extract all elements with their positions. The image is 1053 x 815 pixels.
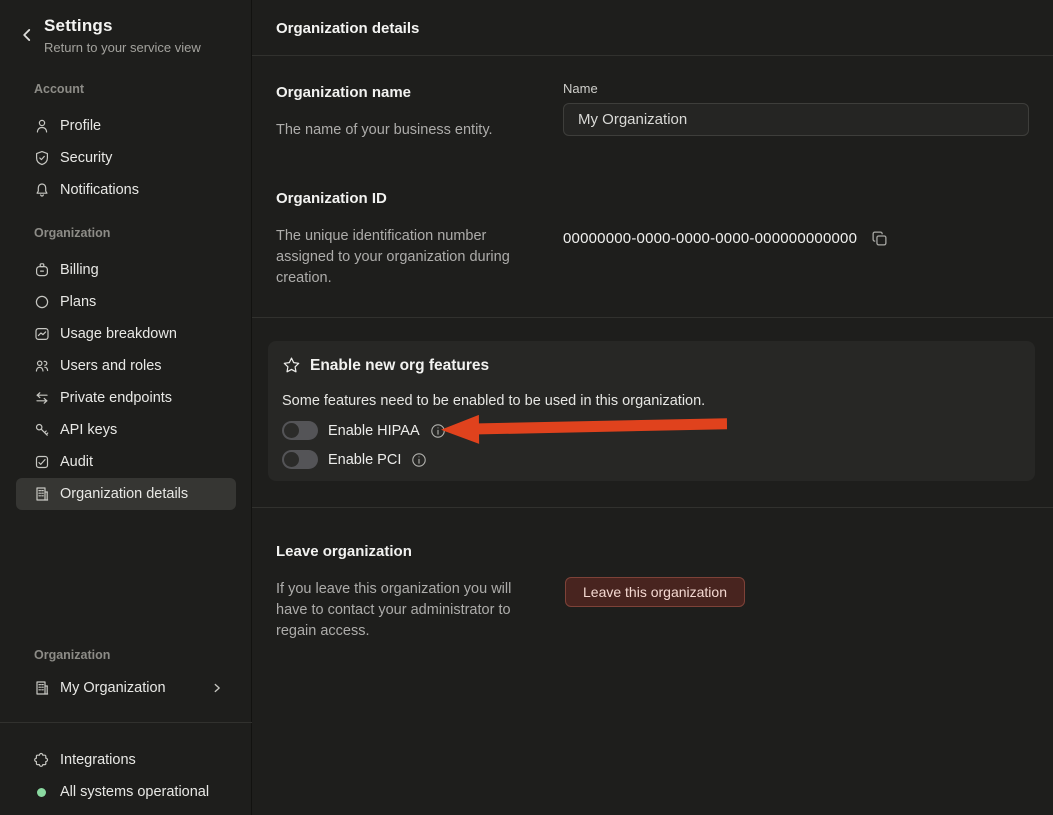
sidebar-item-profile[interactable]: Profile: [16, 110, 236, 142]
enable-hipaa-toggle[interactable]: [282, 421, 318, 440]
org-switcher-current: My Organization: [60, 680, 166, 696]
sidebar-item-api-keys[interactable]: API keys: [16, 414, 236, 446]
shield-icon: [34, 150, 50, 166]
sidebar-item-plans[interactable]: Plans: [16, 286, 236, 318]
hipaa-toggle-row: Enable HIPAA: [282, 421, 446, 440]
organization-section-label: Organization: [34, 226, 110, 240]
sidebar-item-label: Billing: [60, 262, 99, 278]
org-name-title: Organization name: [276, 84, 411, 101]
sidebar-divider: [0, 722, 252, 723]
puzzle-icon: [34, 752, 50, 768]
swap-arrows-icon: [34, 390, 50, 406]
sidebar-item-label: Notifications: [60, 182, 139, 198]
users-icon: [34, 358, 50, 374]
section-divider: [252, 507, 1053, 508]
enable-pci-toggle[interactable]: [282, 450, 318, 469]
settings-sidebar: Settings Return to your service view Acc…: [0, 0, 252, 815]
section-divider: [252, 317, 1053, 318]
back-chevron-icon[interactable]: [18, 26, 36, 44]
sidebar-item-security[interactable]: Security: [16, 142, 236, 174]
building-icon: [34, 680, 50, 696]
usage-chart-icon: [34, 326, 50, 342]
leave-organization-button[interactable]: Leave this organization: [565, 577, 745, 607]
org-switcher[interactable]: My Organization: [16, 672, 236, 704]
chevron-right-icon: [210, 681, 224, 695]
sidebar-item-label: Users and roles: [60, 358, 162, 374]
org-name-description: The name of your business entity.: [276, 120, 538, 141]
status-label: All systems operational: [60, 784, 209, 800]
status-dot-icon: [37, 788, 46, 797]
leave-org-title: Leave organization: [276, 543, 412, 560]
sidebar-item-label: Plans: [60, 294, 96, 310]
org-id-title: Organization ID: [276, 190, 387, 207]
system-status-link[interactable]: All systems operational: [16, 776, 236, 808]
features-card: Enable new org features Some features ne…: [268, 341, 1035, 481]
page-title: Organization details: [276, 20, 419, 37]
billing-icon: [34, 262, 50, 278]
sidebar-subtitle: Return to your service view: [44, 40, 201, 55]
sidebar-item-label: Organization details: [60, 486, 188, 502]
sidebar-item-organization-details[interactable]: Organization details: [16, 478, 236, 510]
sidebar-item-usage-breakdown[interactable]: Usage breakdown: [16, 318, 236, 350]
sidebar-item-private-endpoints[interactable]: Private endpoints: [16, 382, 236, 414]
info-icon[interactable]: [411, 452, 427, 468]
sidebar-item-label: Private endpoints: [60, 390, 172, 406]
person-icon: [34, 118, 50, 134]
sidebar-item-label: Security: [60, 150, 112, 166]
pci-toggle-row: Enable PCI: [282, 450, 427, 469]
building-icon: [34, 486, 50, 502]
leave-org-description: If you leave this organization you will …: [276, 579, 538, 642]
features-card-title: Enable new org features: [310, 357, 489, 375]
info-icon[interactable]: [430, 423, 446, 439]
org-switcher-label: Organization: [34, 648, 110, 662]
star-icon: [282, 356, 301, 375]
sidebar-item-users-and-roles[interactable]: Users and roles: [16, 350, 236, 382]
account-section-label: Account: [34, 82, 84, 96]
circle-icon: [34, 294, 50, 310]
organization-details-panel: Organization details Organization name T…: [252, 0, 1053, 815]
org-id-description: The unique identification number assigne…: [276, 226, 538, 289]
sidebar-item-notifications[interactable]: Notifications: [16, 174, 236, 206]
toggle-knob: [284, 452, 299, 467]
features-card-description: Some features need to be enabled to be u…: [282, 393, 705, 409]
sidebar-item-label: Usage breakdown: [60, 326, 177, 342]
pci-toggle-label: Enable PCI: [328, 452, 401, 468]
sidebar-item-audit[interactable]: Audit: [16, 446, 236, 478]
sidebar-item-billing[interactable]: Billing: [16, 254, 236, 286]
org-id-value: 00000000-0000-0000-0000-000000000000: [563, 230, 857, 247]
org-id-row: 00000000-0000-0000-0000-000000000000: [563, 230, 888, 247]
toggle-knob: [284, 423, 299, 438]
settings-app: Settings Return to your service view Acc…: [0, 0, 1053, 815]
bell-icon: [34, 182, 50, 198]
sidebar-item-label: API keys: [60, 422, 117, 438]
sidebar-item-label: Audit: [60, 454, 93, 470]
sidebar-title: Settings: [44, 16, 113, 36]
features-card-header: Enable new org features: [282, 356, 489, 375]
audit-icon: [34, 454, 50, 470]
sidebar-item-integrations[interactable]: Integrations: [16, 744, 236, 776]
name-field-label: Name: [563, 81, 598, 96]
integrations-label: Integrations: [60, 752, 136, 768]
org-name-input[interactable]: [563, 103, 1029, 136]
hipaa-toggle-label: Enable HIPAA: [328, 423, 420, 439]
key-icon: [34, 422, 50, 438]
copy-icon[interactable]: [871, 230, 888, 247]
main-header: Organization details: [252, 0, 1053, 56]
sidebar-item-label: Profile: [60, 118, 101, 134]
